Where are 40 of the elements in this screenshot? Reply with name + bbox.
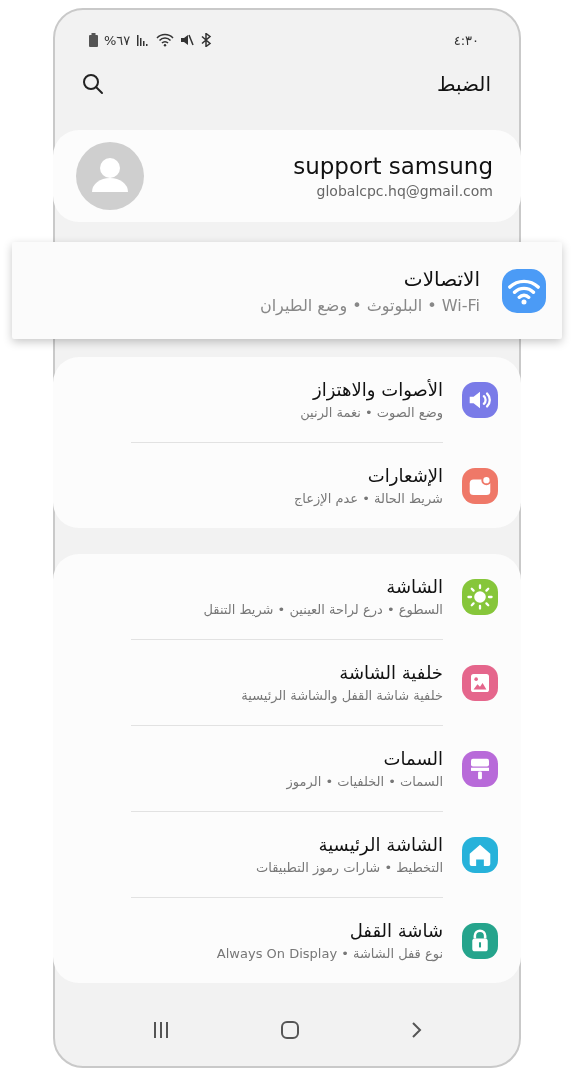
- item-title: الإشعارات: [367, 465, 443, 486]
- settings-item[interactable]: الشاشة السطوع • درع لراحة العينين • شريط التنقل: [131, 554, 498, 639]
- item-title: الاتصالات: [403, 266, 480, 291]
- settings-item[interactable]: السمات السمات • الخلفيات • الرموز: [131, 726, 498, 811]
- item-title: السمات: [383, 748, 443, 769]
- item-subtitle: نوع قفل الشاشة • Always On Display: [216, 946, 443, 961]
- item-subtitle: شريط الحالة • عدم الإزعاج: [293, 491, 443, 506]
- battery-percent: %٦٧: [104, 32, 131, 48]
- bluetooth-icon: [200, 33, 213, 47]
- item-subtitle: السطوع • درع لراحة العينين • شريط التنقل: [203, 602, 443, 617]
- settings-item[interactable]: الاتصالات Wi-Fi • البلوتوث • وضع الطيران: [52, 242, 546, 339]
- item-title: خلفية الشاشة: [339, 662, 443, 683]
- search-icon[interactable]: [81, 72, 105, 96]
- item-subtitle: وضع الصوت • نغمة الرنين: [300, 405, 443, 420]
- item-subtitle: التخطيط • شارات رموز التطبيقات: [256, 860, 443, 875]
- signal-icon: [136, 33, 151, 47]
- item-subtitle: السمات • الخلفيات • الرموز: [286, 774, 443, 789]
- settings-item[interactable]: الإشعارات شريط الحالة • عدم الإزعاج: [131, 443, 498, 528]
- clock: ٤:٣٠: [453, 32, 479, 48]
- back-icon[interactable]: [409, 1020, 423, 1040]
- item-title: الشاشة: [386, 576, 443, 597]
- settings-item[interactable]: الشاشة الرئيسية التخطيط • شارات رموز التطبيقات: [131, 812, 498, 897]
- profile-card[interactable]: support samsung globalcpc.hq@gmail.com: [53, 130, 521, 222]
- item-title: الأصوات والاهتزاز: [312, 379, 443, 400]
- item-subtitle: Wi-Fi • البلوتوث • وضع الطيران: [259, 295, 480, 315]
- wifi-icon: [156, 33, 175, 47]
- home-button-icon[interactable]: [280, 1020, 300, 1040]
- battery-icon: [89, 33, 98, 47]
- account-name: support samsung: [293, 153, 493, 179]
- settings-item[interactable]: الأصوات والاهتزاز وضع الصوت • نغمة الرنين: [131, 357, 498, 442]
- page-title: الضبط: [437, 72, 491, 96]
- item-title: شاشة القفل: [349, 920, 443, 941]
- item-title: الشاشة الرئيسية: [318, 834, 443, 855]
- recents-icon[interactable]: [151, 1020, 171, 1040]
- item-subtitle: خلفية شاشة القفل والشاشة الرئيسية: [241, 688, 443, 703]
- mute-icon: [180, 33, 195, 47]
- settings-item[interactable]: شاشة القفل نوع قفل الشاشة • Always On Display: [131, 898, 498, 983]
- settings-item[interactable]: خلفية الشاشة خلفية شاشة القفل والشاشة الرئيسية: [131, 640, 498, 725]
- avatar-icon: [76, 142, 144, 210]
- account-email: globalcpc.hq@gmail.com: [316, 183, 493, 199]
